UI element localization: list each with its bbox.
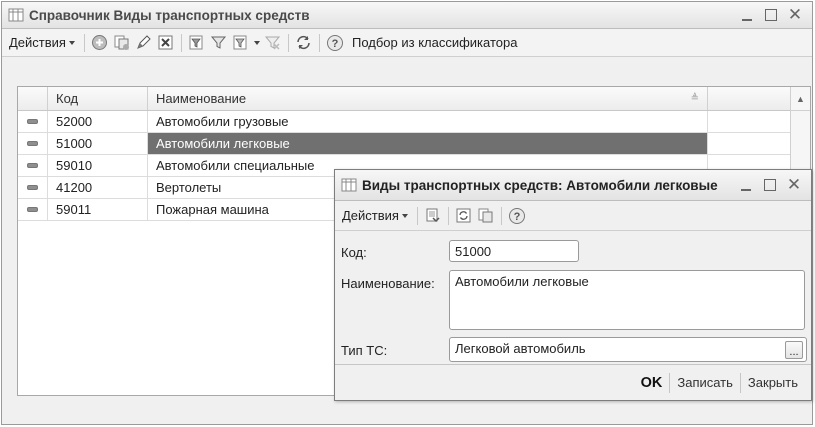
minimize-icon[interactable] <box>740 8 754 22</box>
vehicle-type-label: Тип ТС: <box>341 343 388 358</box>
reread-icon[interactable] <box>455 207 473 225</box>
scroll-up-icon[interactable]: ▲ <box>791 87 810 111</box>
copy-icon[interactable] <box>113 34 131 52</box>
chevron-down-icon <box>68 41 75 45</box>
filter-set-icon[interactable] <box>210 34 228 52</box>
dialog-window-icon <box>341 178 357 192</box>
chevron-down-icon <box>401 214 408 218</box>
row-icon-cell <box>18 133 48 154</box>
item-marker-icon <box>27 163 38 168</box>
refresh-icon[interactable] <box>295 34 313 52</box>
actions-menu-button[interactable]: Действия <box>6 35 78 50</box>
svg-text:?: ? <box>514 211 521 223</box>
toolbar-divider <box>416 206 418 225</box>
code-cell: 41200 <box>48 177 148 198</box>
sort-icon: ≜ <box>690 93 699 104</box>
item-marker-icon <box>27 207 38 212</box>
filter-dropdown-icon[interactable] <box>232 34 250 52</box>
code-cell: 59011 <box>48 199 148 220</box>
maximize-icon[interactable] <box>764 8 778 22</box>
toolbar-divider <box>447 206 449 225</box>
code-field[interactable]: 51000 <box>449 240 579 262</box>
actions-menu-label: Действия <box>9 35 66 50</box>
close-icon[interactable]: ✕ <box>788 6 802 23</box>
classifier-selection-button[interactable]: Подбор из классификатора <box>352 35 518 50</box>
chevron-down-icon[interactable] <box>253 41 260 45</box>
ok-button[interactable]: OK <box>634 375 670 391</box>
name-field-value: Автомобили легковые <box>455 274 589 289</box>
filter-clear-icon[interactable] <box>264 34 282 52</box>
dialog-form: Код: 51000 Наименование: Автомобили легк… <box>335 231 811 363</box>
help-icon[interactable]: ? <box>326 34 344 52</box>
filter-icon[interactable] <box>188 34 206 52</box>
row-icon-cell <box>18 177 48 198</box>
row-icon-cell <box>18 199 48 220</box>
name-label: Наименование: <box>341 276 435 291</box>
table-row[interactable]: 52000 Автомобили грузовые <box>18 111 810 133</box>
code-label: Код: <box>341 245 367 260</box>
item-marker-icon <box>27 141 38 146</box>
catalog-title: Справочник Виды транспортных средств <box>29 7 310 23</box>
select-button[interactable]: ... <box>785 341 803 359</box>
edit-icon[interactable] <box>135 34 153 52</box>
maximize-icon[interactable] <box>763 178 777 192</box>
column-header-code[interactable]: Код <box>48 87 148 110</box>
vehicle-type-field-value: Легковой автомобиль <box>455 341 586 356</box>
item-marker-icon <box>27 185 38 190</box>
dialog-toolbar: Действия ? <box>335 201 811 231</box>
delete-icon[interactable] <box>157 34 175 52</box>
toolbar-divider <box>500 206 502 225</box>
toolbar-divider <box>287 33 289 52</box>
toolbar-divider <box>83 33 85 52</box>
table-header: Код Наименование ≜ <box>18 87 810 111</box>
item-marker-icon <box>27 119 38 124</box>
catalog-window-icon <box>8 8 24 22</box>
code-cell: 51000 <box>48 133 148 154</box>
column-header-name[interactable]: Наименование ≜ <box>148 87 708 110</box>
toolbar-divider <box>318 33 320 52</box>
help-icon[interactable]: ? <box>508 207 526 225</box>
close-icon[interactable]: ✕ <box>787 176 801 193</box>
dialog-actions-menu-button[interactable]: Действия <box>339 208 411 223</box>
table-row[interactable]: 51000 Автомобили легковые <box>18 133 810 155</box>
close-button[interactable]: Закрыть <box>741 375 805 390</box>
code-cell: 52000 <box>48 111 148 132</box>
dialog-actions-menu-label: Действия <box>342 208 399 223</box>
dialog-footer: OK Записать Закрыть <box>335 364 811 400</box>
minimize-icon[interactable] <box>739 178 753 192</box>
name-cell: Автомобили легковые <box>148 133 708 154</box>
svg-text:?: ? <box>332 38 339 50</box>
save-write-icon[interactable] <box>424 207 442 225</box>
item-dialog: Виды транспортных средств: Автомобили ле… <box>334 169 812 401</box>
dialog-title: Виды транспортных средств: Автомобили ле… <box>362 177 718 193</box>
catalog-toolbar: Действия ? Подбор из классификатора <box>2 29 812 57</box>
name-field[interactable]: Автомобили легковые <box>449 270 805 330</box>
name-cell: Автомобили грузовые <box>148 111 708 132</box>
dialog-titlebar[interactable]: Виды транспортных средств: Автомобили ле… <box>335 170 811 201</box>
copy-icon[interactable] <box>477 207 495 225</box>
catalog-titlebar[interactable]: Справочник Виды транспортных средств ✕ <box>2 2 812 29</box>
toolbar-divider <box>180 33 182 52</box>
save-button[interactable]: Записать <box>670 375 740 390</box>
vehicle-type-field[interactable]: Легковой автомобиль ... <box>449 337 807 362</box>
code-cell: 59010 <box>48 155 148 176</box>
add-icon[interactable] <box>91 34 109 52</box>
code-field-value: 51000 <box>455 244 492 259</box>
header-icon-column <box>18 87 48 110</box>
row-icon-cell <box>18 155 48 176</box>
row-icon-cell <box>18 111 48 132</box>
